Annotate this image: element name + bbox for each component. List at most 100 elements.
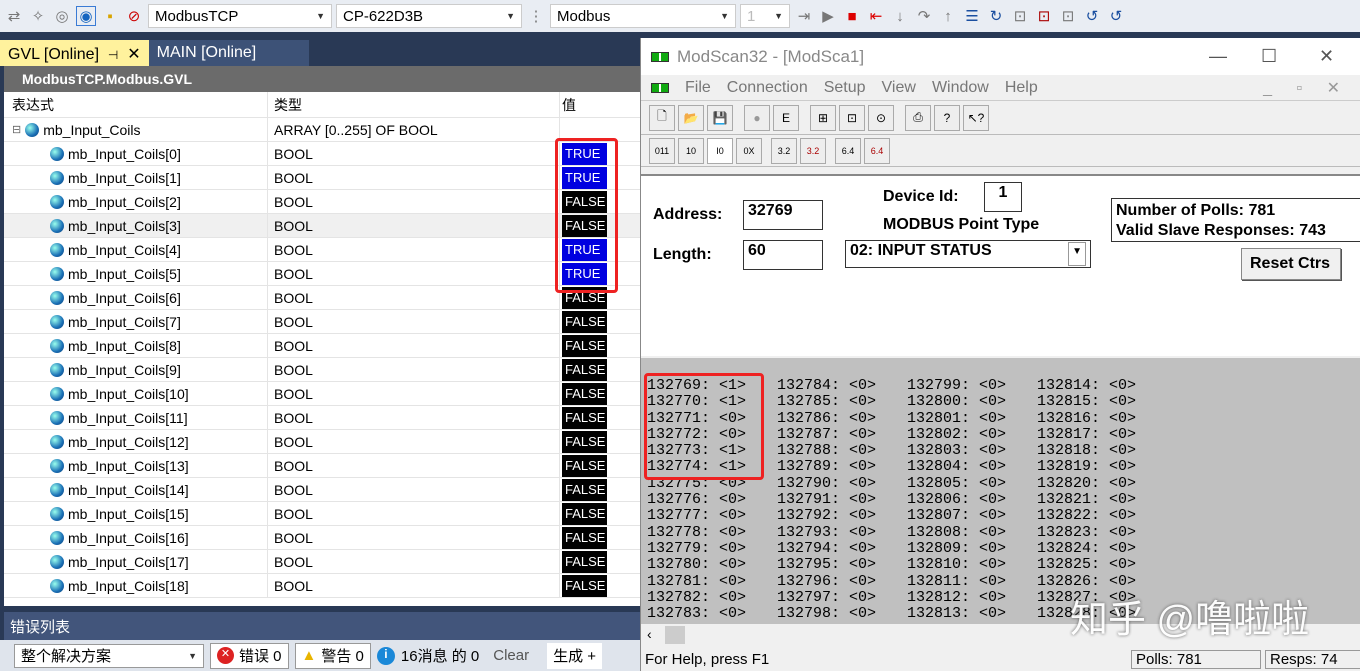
table-row[interactable]: mb_Input_Coils[9] BOOL FALSE [4, 358, 640, 382]
value-cell[interactable]: FALSE [562, 358, 607, 381]
errors-filter-button[interactable]: ✕ 错误 0 [210, 642, 289, 669]
project-select[interactable]: ModbusTCP ▼ [148, 4, 332, 28]
menu-window[interactable]: Window [932, 79, 989, 97]
step-into-icon[interactable]: ↓ [890, 6, 910, 26]
value-cell[interactable]: FALSE [562, 526, 607, 549]
table-row[interactable]: mb_Input_Coils[8] BOOL FALSE [4, 334, 640, 358]
minimize-button[interactable]: — [1209, 46, 1227, 67]
menu-setup[interactable]: Setup [824, 79, 866, 97]
menu-connection[interactable]: Connection [727, 79, 808, 97]
point-type-select[interactable]: 02: INPUT STATUS ▼ [845, 240, 1091, 268]
tab-gvl[interactable]: GVL [Online] ⊣ ✕ [0, 40, 149, 66]
header-expression[interactable]: 表达式 [4, 92, 268, 117]
value-cell[interactable]: FALSE [562, 334, 607, 357]
print-icon[interactable]: ⎙ [905, 104, 931, 131]
unforce-icon[interactable]: ⊡ [1058, 6, 1078, 26]
table-row[interactable]: mb_Input_Coils[16] BOOL FALSE [4, 526, 640, 550]
target-icon[interactable]: ◎ [52, 6, 72, 26]
logout-red-icon[interactable]: ⇤ [866, 6, 886, 26]
value-cell[interactable]: FALSE [562, 430, 607, 453]
scroll-thumb[interactable] [665, 626, 685, 644]
pin-icon[interactable]: ⊣ [108, 48, 118, 62]
value-cell[interactable]: FALSE [562, 310, 607, 333]
close-button[interactable]: ✕ [1319, 46, 1334, 67]
double-format-icon[interactable]: 6.4 [835, 137, 861, 164]
build-filter[interactable]: 生成 + [547, 642, 603, 669]
menu-help[interactable]: Help [1005, 79, 1038, 97]
table-row[interactable]: mb_Input_Coils[3] BOOL FALSE [4, 214, 640, 238]
force-icon[interactable]: ⊡ [1034, 6, 1054, 26]
maximize-button[interactable]: ☐ [1261, 46, 1277, 67]
length-field[interactable]: 60 [743, 240, 823, 270]
binary-format-icon[interactable]: 011 [649, 137, 675, 164]
table-row[interactable]: mb_Input_Coils[10] BOOL FALSE [4, 382, 640, 406]
reset-counters-button[interactable]: Reset Ctrs [1241, 248, 1341, 280]
warnings-filter-button[interactable]: ▲ 警告 0 [294, 642, 371, 669]
magic-icon[interactable]: ✧ [28, 6, 48, 26]
table-row[interactable]: mb_Input_Coils[12] BOOL FALSE [4, 430, 640, 454]
stop-icon[interactable]: ■ [842, 6, 862, 26]
table-row[interactable]: mb_Input_Coils[15] BOOL FALSE [4, 502, 640, 526]
tile-icon[interactable]: ⊞ [810, 104, 836, 131]
decimal-format-icon[interactable]: 10 [678, 137, 704, 164]
hex-format-icon[interactable]: 0X [736, 137, 762, 164]
device-select[interactable]: CP-622D3B ▼ [336, 4, 522, 28]
value-cell[interactable]: FALSE [562, 502, 607, 525]
run-icon[interactable]: ▶ [818, 6, 838, 26]
step-out-icon[interactable]: ↑ [938, 6, 958, 26]
collapse-icon[interactable]: ⊟ [12, 123, 21, 136]
value-cell[interactable]: FALSE [562, 574, 607, 597]
value-cell[interactable]: FALSE [562, 550, 607, 573]
table-row[interactable]: mb_Input_Coils[2] BOOL FALSE [4, 190, 640, 214]
header-type[interactable]: 类型 [268, 92, 560, 117]
table-row[interactable]: mb_Input_Coils[18] BOOL FALSE [4, 574, 640, 598]
value-cell[interactable]: FALSE [562, 406, 607, 429]
login-icon[interactable]: ⇥ [794, 6, 814, 26]
monitor-icon[interactable]: ⊙ [868, 104, 894, 131]
open-icon[interactable]: 📂 [678, 104, 704, 131]
scope-select[interactable]: 整个解决方案 ▼ [14, 643, 204, 668]
display-icon[interactable]: ⊡ [839, 104, 865, 131]
value-cell[interactable]: FALSE [562, 454, 607, 477]
step-over-icon[interactable]: ↷ [914, 6, 934, 26]
refresh-icon[interactable]: ↺ [1082, 6, 1102, 26]
header-value[interactable]: 值 [560, 92, 640, 117]
write-icon[interactable]: ⊡ [1010, 6, 1030, 26]
logout-icon[interactable]: ⊘ [124, 6, 144, 26]
menu-file[interactable]: File [685, 79, 711, 97]
float-format-icon[interactable]: 3.2 [771, 137, 797, 164]
device-id-field[interactable]: 1 [984, 182, 1022, 212]
table-row[interactable]: mb_Input_Coils[5] BOOL TRUE [4, 262, 640, 286]
table-row[interactable]: mb_Input_Coils[11] BOOL FALSE [4, 406, 640, 430]
scroll-left-icon[interactable]: ‹ [647, 626, 652, 642]
table-row[interactable]: mb_Input_Coils[1] BOOL TRUE [4, 166, 640, 190]
devices-icon[interactable]: ▪ [100, 6, 120, 26]
io-format-icon[interactable]: I0 [707, 137, 733, 164]
table-row[interactable]: mb_Input_Coils[6] BOOL FALSE [4, 286, 640, 310]
table-row[interactable]: mb_Input_Coils[4] BOOL TRUE [4, 238, 640, 262]
task-select[interactable]: 1 ▼ [740, 4, 790, 28]
refresh2-icon[interactable]: ↺ [1106, 6, 1126, 26]
mdi-controls[interactable]: _ ▫ ✕ [1263, 78, 1350, 98]
address-field[interactable]: 32769 [743, 200, 823, 230]
reset-icon[interactable]: ↻ [986, 6, 1006, 26]
tab-main[interactable]: MAIN [Online] [148, 40, 309, 66]
table-row-parent[interactable]: ⊟ mb_Input_Coils ARRAY [0..255] OF BOOL [4, 118, 640, 142]
context-help-icon[interactable]: ↖? [963, 104, 989, 131]
value-cell[interactable]: FALSE [562, 478, 607, 501]
online-icon[interactable]: ◉ [76, 6, 96, 26]
new-icon[interactable]: 🗋 [649, 104, 675, 131]
menu-view[interactable]: View [882, 79, 916, 97]
table-row[interactable]: mb_Input_Coils[0] BOOL TRUE [4, 142, 640, 166]
clear-button[interactable]: Clear [493, 647, 529, 664]
list-icon[interactable]: ☰ [962, 6, 982, 26]
messages-filter-button[interactable]: 16消息 的 0 [401, 645, 479, 666]
close-icon[interactable]: ✕ [127, 46, 140, 63]
help-icon[interactable]: ? [934, 104, 960, 131]
sync-icon[interactable]: ⇄ [4, 6, 24, 26]
double-swap-icon[interactable]: 6.4 [864, 137, 890, 164]
connect-icon[interactable]: ● [744, 104, 770, 131]
table-row[interactable]: mb_Input_Coils[7] BOOL FALSE [4, 310, 640, 334]
table-row[interactable]: mb_Input_Coils[17] BOOL FALSE [4, 550, 640, 574]
table-row[interactable]: mb_Input_Coils[14] BOOL FALSE [4, 478, 640, 502]
